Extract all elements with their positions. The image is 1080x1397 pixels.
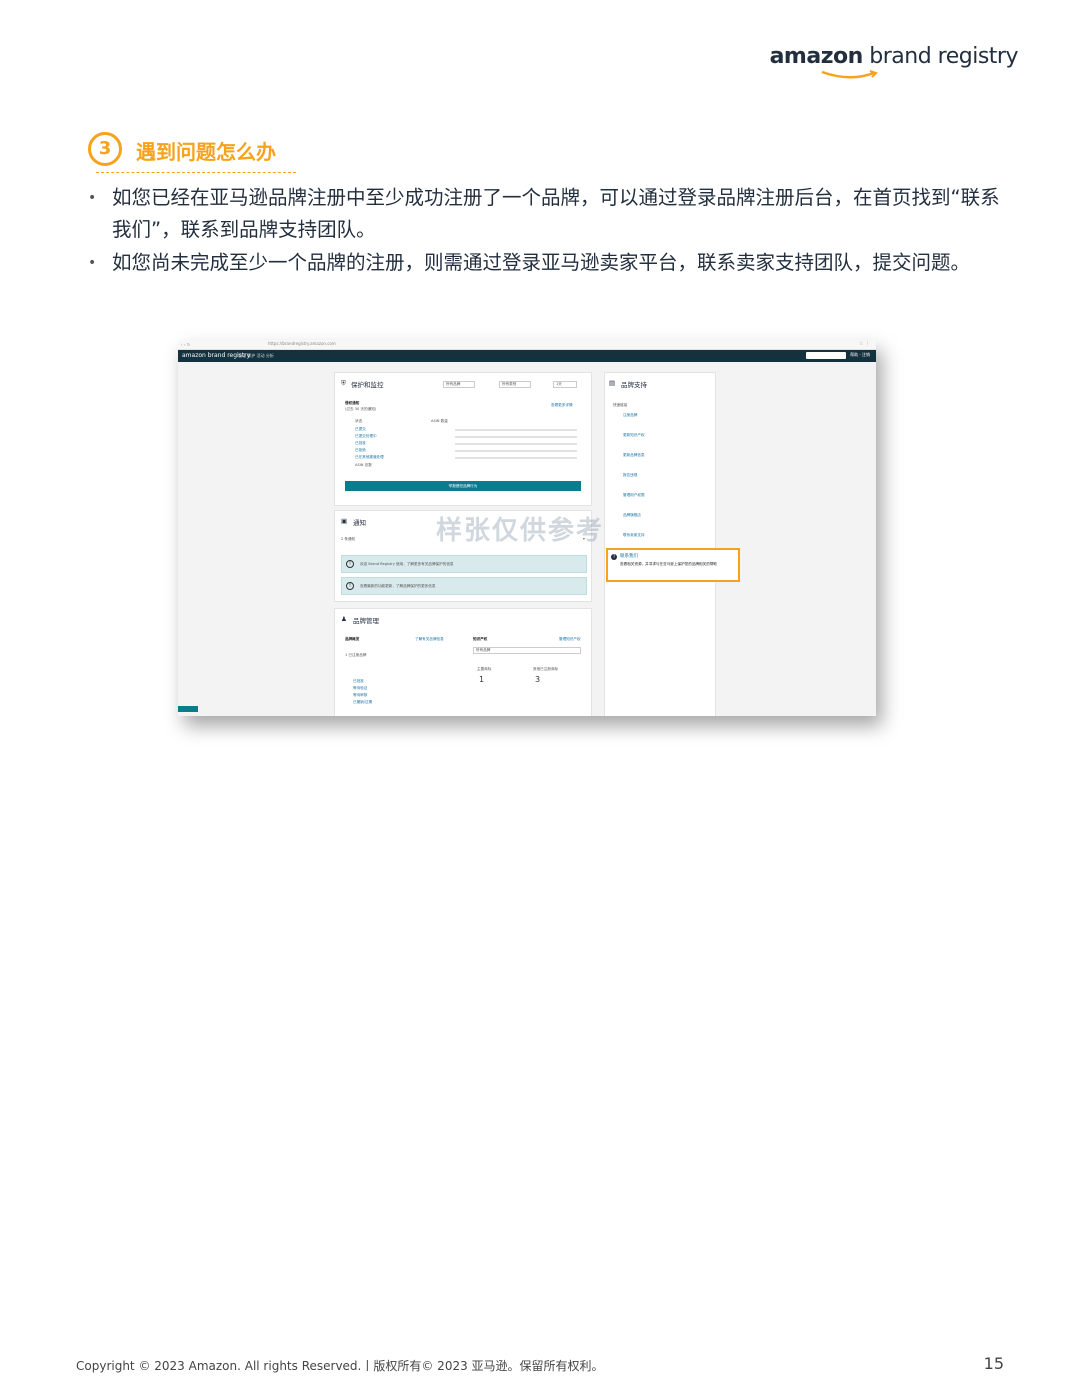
bullet-item: • 如您已经在亚马逊品牌注册中至少成功注册了一个品牌，可以通过登录品牌注册后台，在…: [86, 182, 1006, 246]
footer-copyright: Copyright © 2023 Amazon. All rights Rese…: [76, 1359, 604, 1373]
app-nav-items: 管理 保护 活动 分析: [238, 353, 274, 358]
rights-col-asin: ASIN 数量: [431, 419, 448, 423]
rights-title: 侵权通知: [345, 401, 360, 405]
report-infringement-button[interactable]: 举报侵犯品牌行为: [345, 481, 581, 491]
contact-desc: 查看相关资源，并寻求与在亚马逊上保护您的品牌相关的帮助: [620, 562, 718, 566]
protect-select-1: 所有品牌: [443, 381, 476, 388]
ip-num-1: 1: [479, 675, 485, 684]
rights-row: 已在其他渠道处理: [355, 455, 384, 459]
alert-text: 欢迎 Brand Registry 使用，了解更多有关品牌保护的信息: [360, 562, 454, 566]
rights-bar: [455, 457, 577, 459]
rights-row: 已拒绝: [355, 448, 366, 452]
ip-num-2: 3: [535, 675, 541, 684]
browser-url: https://brandregistry.amazon.com: [268, 341, 336, 346]
ip-col-1: 主要商标: [477, 667, 492, 671]
amazon-brand-registry-logo: amazon brand registry: [770, 44, 1019, 84]
support-title: 品牌支持: [621, 381, 647, 389]
mgmt-row: 等待审核: [353, 693, 368, 697]
info-icon: !: [346, 560, 354, 568]
bullet-text: 如您已经在亚马逊品牌注册中至少成功注册了一个品牌，可以通过登录品牌注册后台，在首…: [112, 186, 1000, 241]
brand-registry-screenshot: ‹ › ↻ https://brandregistry.amazon.com ☆…: [178, 340, 876, 716]
section-title: 遇到问题怎么办: [136, 140, 276, 164]
support-item[interactable]: 注册品牌: [623, 413, 637, 418]
logo-text: amazon brand registry: [769, 44, 1019, 69]
step-number-badge: 3: [88, 132, 122, 166]
notify-count: 2 条通知: [341, 537, 356, 541]
rights-bar: [455, 436, 577, 438]
rights-bar: [455, 443, 577, 445]
rights-bar: [455, 450, 577, 452]
ip-select[interactable]: 所有品牌: [473, 647, 581, 654]
help-icon: ?: [611, 554, 617, 560]
brand-support-panel: ▤ 品牌支持 快速链接 注册品牌 更新知识产权 更新品牌信息 报告违规 管理用户…: [604, 372, 716, 716]
sample-watermark: 样张仅供参考: [436, 516, 605, 546]
mgmt-link[interactable]: 了解有关品牌信息: [415, 637, 444, 642]
logo-amazon: amazon: [769, 44, 864, 69]
browser-nav-icons: ‹ › ↻: [181, 342, 191, 347]
mgmt-overview: 品牌概览: [345, 637, 360, 641]
support-subtitle: 快速链接: [613, 403, 628, 407]
mgmt-title: 品牌管理: [353, 617, 379, 625]
ip-link[interactable]: 管理知识产权: [559, 637, 581, 642]
brand-select: [806, 352, 846, 359]
notification-alert: ! 查看最新的功能更新，了解品牌保护的更多信息: [341, 577, 587, 595]
contact-title[interactable]: 联系我们: [620, 553, 638, 559]
bullet-dot-icon: •: [88, 255, 97, 271]
mgmt-count: 1 已注册品牌: [345, 653, 367, 657]
ip-title: 知识产权: [473, 637, 488, 641]
feedback-tab[interactable]: [178, 706, 198, 712]
rights-col-status: 状态: [355, 419, 363, 423]
notification-alert: ! 欢迎 Brand Registry 使用，了解更多有关品牌保护的信息: [341, 555, 587, 573]
support-item[interactable]: 品牌旗舰店: [623, 513, 641, 518]
section-divider: [96, 172, 296, 173]
bullet-list: • 如您已经在亚马逊品牌注册中至少成功注册了一个品牌，可以通过登录品牌注册后台，在…: [86, 182, 1006, 280]
support-icon: ▤: [609, 379, 616, 387]
bullet-dot-icon: •: [88, 190, 97, 206]
smile-arrow-icon: [821, 70, 878, 79]
contact-us-highlight[interactable]: ? 联系我们 查看相关资源，并寻求与在亚马逊上保护您的品牌相关的帮助: [606, 548, 740, 582]
brand-management-panel: ♟ 品牌管理 品牌概览 了解有关品牌信息 1 已注册品牌 已批准 等待验证 等待…: [334, 608, 592, 716]
browser-toolbar: ‹ › ↻ https://brandregistry.amazon.com ☆…: [178, 340, 876, 350]
rights-row: 已提交处理中: [355, 434, 377, 438]
protect-monitor-panel: ⛨ 保护和监控 所有品牌 所有类别 1天 侵权通知 (过去 30 天的通知) 查…: [334, 372, 592, 506]
bullet-text: 如您尚未完成至少一个品牌的注册，则需通过登录亚马逊卖家平台，联系卖家支持团队，提…: [112, 251, 971, 274]
ip-col-2: 其他已注册商标: [533, 667, 559, 671]
rights-subtitle: (过去 30 天的通知): [345, 407, 377, 411]
alert-text: 查看最新的功能更新，了解品牌保护的更多信息: [360, 584, 436, 588]
info-icon: !: [346, 582, 354, 590]
support-item[interactable]: 报告违规: [623, 473, 637, 478]
notification-icon: ▣: [341, 517, 348, 525]
support-item[interactable]: 管理用户权限: [623, 493, 645, 498]
rights-row: 已提交: [355, 427, 366, 431]
app-nav-bar: amazon brand registry 管理 保护 活动 分析 帮助 · 注…: [178, 350, 876, 362]
rights-link: 查看更多详情: [551, 403, 573, 407]
support-item[interactable]: 更新知识产权: [623, 433, 645, 438]
section-heading: 3 遇到问题怎么办: [88, 132, 298, 174]
page-number: 15: [983, 1354, 1004, 1373]
shield-icon: ⛨: [341, 379, 346, 387]
rights-total-label: ASIN 总数: [355, 463, 372, 467]
mgmt-row: 已批准: [353, 679, 364, 683]
user-icon: ♟: [341, 615, 347, 623]
support-item[interactable]: 更新品牌信息: [623, 453, 645, 458]
app-nav-right: 帮助 · 注销: [850, 352, 870, 357]
protect-title: 保护和监控: [351, 381, 384, 389]
notify-title: 通知: [353, 519, 366, 527]
logo-brand-registry: brand registry: [862, 44, 1018, 69]
rights-row: 已批准: [355, 441, 366, 445]
browser-menu-icon: ☆ ⋮: [858, 341, 870, 347]
bullet-item: • 如您尚未完成至少一个品牌的注册，则需通过登录亚马逊卖家平台，联系卖家支持团队，…: [86, 247, 1006, 279]
protect-select-2: 所有类别: [499, 381, 532, 388]
support-item[interactable]: 联系卖家支持: [623, 533, 645, 538]
mgmt-row: 等待验证: [353, 686, 368, 690]
protect-select-3: 1天: [553, 381, 577, 388]
mgmt-row: 已撤销/过期: [353, 700, 373, 704]
rights-bar: [455, 429, 577, 431]
